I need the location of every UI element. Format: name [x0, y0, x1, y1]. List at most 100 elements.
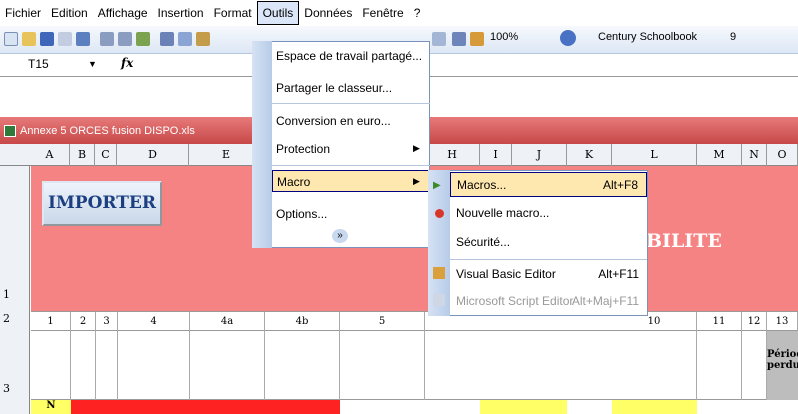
col-header-i[interactable]: I — [480, 144, 512, 166]
menu-fichier[interactable]: Fichier — [0, 2, 46, 24]
menu-item-partager-classeur[interactable]: Partager le classeur... — [272, 77, 430, 99]
cell[interactable]: 4a — [190, 312, 265, 331]
submenu-item-script-editor: Microsoft Script Editor Alt+Maj+F11 — [450, 289, 647, 314]
submenu-item-label: Sécurité... — [456, 235, 511, 249]
fx-icon[interactable]: fx — [121, 56, 133, 70]
cell[interactable] — [190, 331, 265, 400]
cell[interactable] — [118, 331, 190, 400]
row-2: 1 2 3 4 4a 4b 5 10 11 12 13 — [31, 311, 798, 331]
cell[interactable] — [612, 400, 697, 414]
menu-icon-strip — [252, 41, 272, 248]
spelling-icon[interactable] — [136, 32, 150, 46]
menu-separator — [450, 259, 647, 260]
menu-fenetre[interactable]: Fenêtre — [357, 2, 408, 24]
open-icon[interactable] — [22, 32, 36, 46]
cell-periodes[interactable]: Périodes perdues — [767, 331, 798, 400]
cell[interactable]: 3 — [96, 312, 118, 331]
col-header-a[interactable]: A — [30, 144, 70, 166]
cell[interactable]: 4b — [265, 312, 340, 331]
help-icon[interactable] — [560, 30, 576, 46]
row-header-2[interactable]: 2 — [0, 312, 30, 325]
col-header-h[interactable]: H — [425, 144, 480, 166]
save-icon[interactable] — [40, 32, 54, 46]
print-preview-icon[interactable] — [118, 32, 132, 46]
cell[interactable]: 11 — [697, 312, 742, 331]
new-icon[interactable] — [4, 32, 18, 46]
font-select[interactable]: Century Schoolbook — [598, 31, 697, 43]
col-header-m[interactable]: M — [697, 144, 742, 166]
menu-outils[interactable]: Outils — [256, 1, 300, 25]
col-header-o[interactable]: O — [767, 144, 798, 166]
cell[interactable]: 13 — [767, 312, 798, 331]
drawing-icon[interactable] — [470, 32, 484, 46]
menu-format[interactable]: Format — [209, 2, 257, 24]
col-header-d[interactable]: D — [117, 144, 189, 166]
copy-icon[interactable] — [178, 32, 192, 46]
menu-expand-icon[interactable]: » — [332, 229, 348, 243]
workbook-title: Annexe 5 ORCES fusion DISPO.xls — [20, 124, 195, 137]
menu-item-protection[interactable]: Protection — [272, 138, 430, 160]
shortcut-label: Alt+F8 — [602, 178, 638, 192]
submenu-item-securite[interactable]: Sécurité... — [450, 230, 647, 255]
cell[interactable] — [697, 331, 742, 400]
menu-item-macro[interactable]: Macro — [272, 170, 430, 192]
cell[interactable]: 12 — [742, 312, 767, 331]
cell[interactable] — [340, 331, 425, 400]
cell[interactable] — [612, 331, 697, 400]
paste-icon[interactable] — [196, 32, 210, 46]
submenu-item-nouvelle-macro[interactable]: Nouvelle macro... — [450, 201, 647, 226]
submenu-item-macros[interactable]: Macros... Alt+F8 — [450, 172, 647, 197]
row-header-3[interactable]: 3 — [0, 382, 30, 395]
menu-donnees[interactable]: Données — [299, 2, 357, 24]
cell-text: Périodes — [767, 349, 798, 360]
menu-edition[interactable]: Edition — [46, 2, 93, 24]
cell[interactable] — [742, 331, 767, 400]
cell[interactable]: 1 — [31, 312, 71, 331]
menu-affichage[interactable]: Affichage — [93, 2, 153, 24]
submenu-item-label: Macros... — [457, 178, 507, 192]
row-header-1[interactable]: 1 — [0, 288, 30, 301]
cell[interactable] — [480, 400, 567, 414]
chart-wizard-icon[interactable] — [452, 32, 466, 46]
menu-help[interactable]: ? — [409, 2, 426, 24]
menu-item-options[interactable]: Options... — [272, 203, 430, 225]
chevron-down-icon[interactable]: ▼ — [88, 59, 97, 69]
menu-item-conversion-euro[interactable]: Conversion en euro... — [272, 110, 430, 132]
cell[interactable] — [71, 331, 96, 400]
cell[interactable]: N — [31, 400, 71, 414]
col-header-l[interactable]: L — [612, 144, 697, 166]
chevron-right-icon: ▶ — [413, 176, 420, 186]
shortcut-label: Alt+Maj+F11 — [571, 294, 639, 308]
col-header-b[interactable]: B — [70, 144, 95, 166]
cell[interactable]: 5 — [340, 312, 425, 331]
cell[interactable] — [96, 331, 118, 400]
submenu-item-label: Visual Basic Editor — [456, 267, 556, 281]
row-3 — [31, 331, 798, 400]
menu-insertion[interactable]: Insertion — [153, 2, 209, 24]
menu-bar: Fichier Edition Affichage Insertion Form… — [0, 0, 798, 26]
submenu-item-vbe[interactable]: Visual Basic Editor Alt+F11 — [450, 262, 647, 287]
sort-ascending-icon[interactable] — [432, 32, 446, 46]
cell[interactable] — [265, 331, 340, 400]
zoom-select[interactable]: 100% — [490, 31, 518, 43]
shortcut-label: Alt+F11 — [598, 267, 639, 281]
col-header-j[interactable]: J — [512, 144, 567, 166]
print-icon[interactable] — [100, 32, 114, 46]
visual-basic-icon — [433, 267, 445, 279]
sheet-heading: BILITE — [646, 230, 722, 252]
cell[interactable] — [31, 331, 71, 400]
menu-item-espace-travail[interactable]: Espace de travail partagé... — [272, 45, 430, 67]
col-header-n[interactable]: N — [742, 144, 767, 166]
import-button[interactable]: IMPORTER — [42, 181, 162, 226]
cell[interactable] — [71, 400, 340, 414]
row-4: N — [31, 400, 798, 414]
cell[interactable]: 2 — [71, 312, 96, 331]
cut-icon[interactable] — [160, 32, 174, 46]
permission-icon[interactable] — [58, 32, 72, 46]
email-icon[interactable] — [76, 32, 90, 46]
col-header-c[interactable]: C — [95, 144, 117, 166]
font-size-select[interactable]: 9 — [730, 31, 736, 43]
row-headers: 1 2 3 — [0, 166, 30, 414]
col-header-k[interactable]: K — [567, 144, 612, 166]
cell[interactable]: 4 — [118, 312, 190, 331]
